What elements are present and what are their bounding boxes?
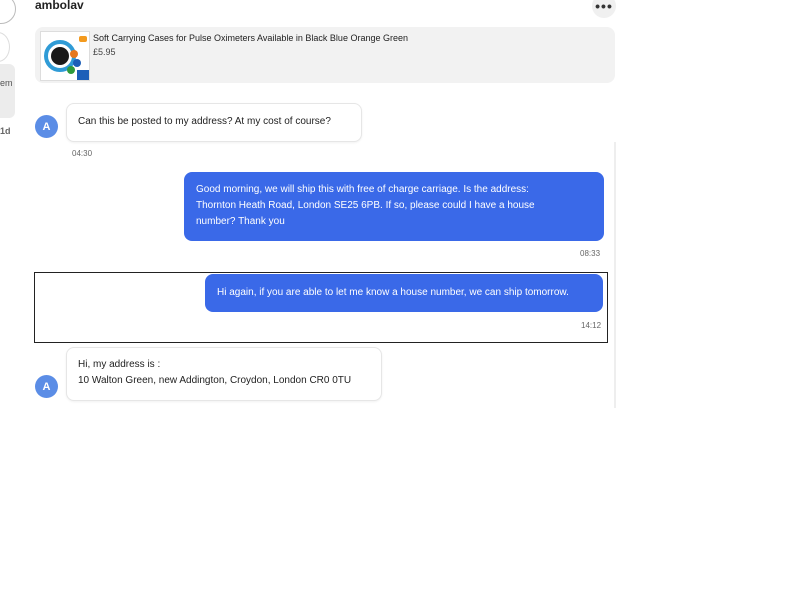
message-text-line: number? Thank you [196, 216, 285, 227]
sidebar-avatar[interactable] [0, 0, 16, 24]
message-time: 14:12 [581, 321, 602, 330]
incoming-message-bubble: Hi, my address is : 10 Walton Green, new… [66, 347, 382, 401]
outgoing-message-bubble: Good morning, we will ship this with fre… [184, 172, 604, 241]
product-title[interactable]: Soft Carrying Cases for Pulse Oximeters … [93, 33, 408, 43]
conversation-username: ambolav [35, 0, 84, 12]
more-options-button[interactable]: ••• [592, 0, 616, 18]
message-text: Can this be posted to my address? At my … [78, 116, 331, 127]
sidebar-item-time: 1d [0, 126, 11, 136]
product-image [40, 31, 90, 81]
incoming-message-bubble: Can this be posted to my address? At my … [66, 103, 362, 142]
scrollbar-track[interactable] [614, 142, 616, 408]
message-text-line: 10 Walton Green, new Addington, Croydon,… [78, 375, 352, 386]
message-text-line: Good morning, we will ship this with fre… [196, 184, 529, 195]
message-time: 04:30 [72, 149, 93, 158]
product-card[interactable]: Soft Carrying Cases for Pulse Oximeters … [35, 27, 615, 83]
message-text-line: Hi, my address is : [78, 359, 161, 370]
more-horizontal-icon: ••• [595, 0, 613, 14]
avatar[interactable]: A [35, 115, 58, 138]
message-text-line: Thornton Heath Road, London SE25 6PB. If… [196, 200, 535, 211]
message-text: Hi again, if you are able to let me know… [217, 287, 569, 298]
sidebar-conversation-item[interactable] [0, 64, 15, 118]
avatar[interactable]: A [35, 375, 58, 398]
sidebar-item-label: em [0, 78, 13, 88]
sidebar-avatar[interactable] [0, 32, 10, 62]
outgoing-message-bubble: Hi again, if you are able to let me know… [205, 274, 603, 312]
message-time: 08:33 [580, 249, 601, 258]
product-price: £5.95 [93, 47, 116, 57]
